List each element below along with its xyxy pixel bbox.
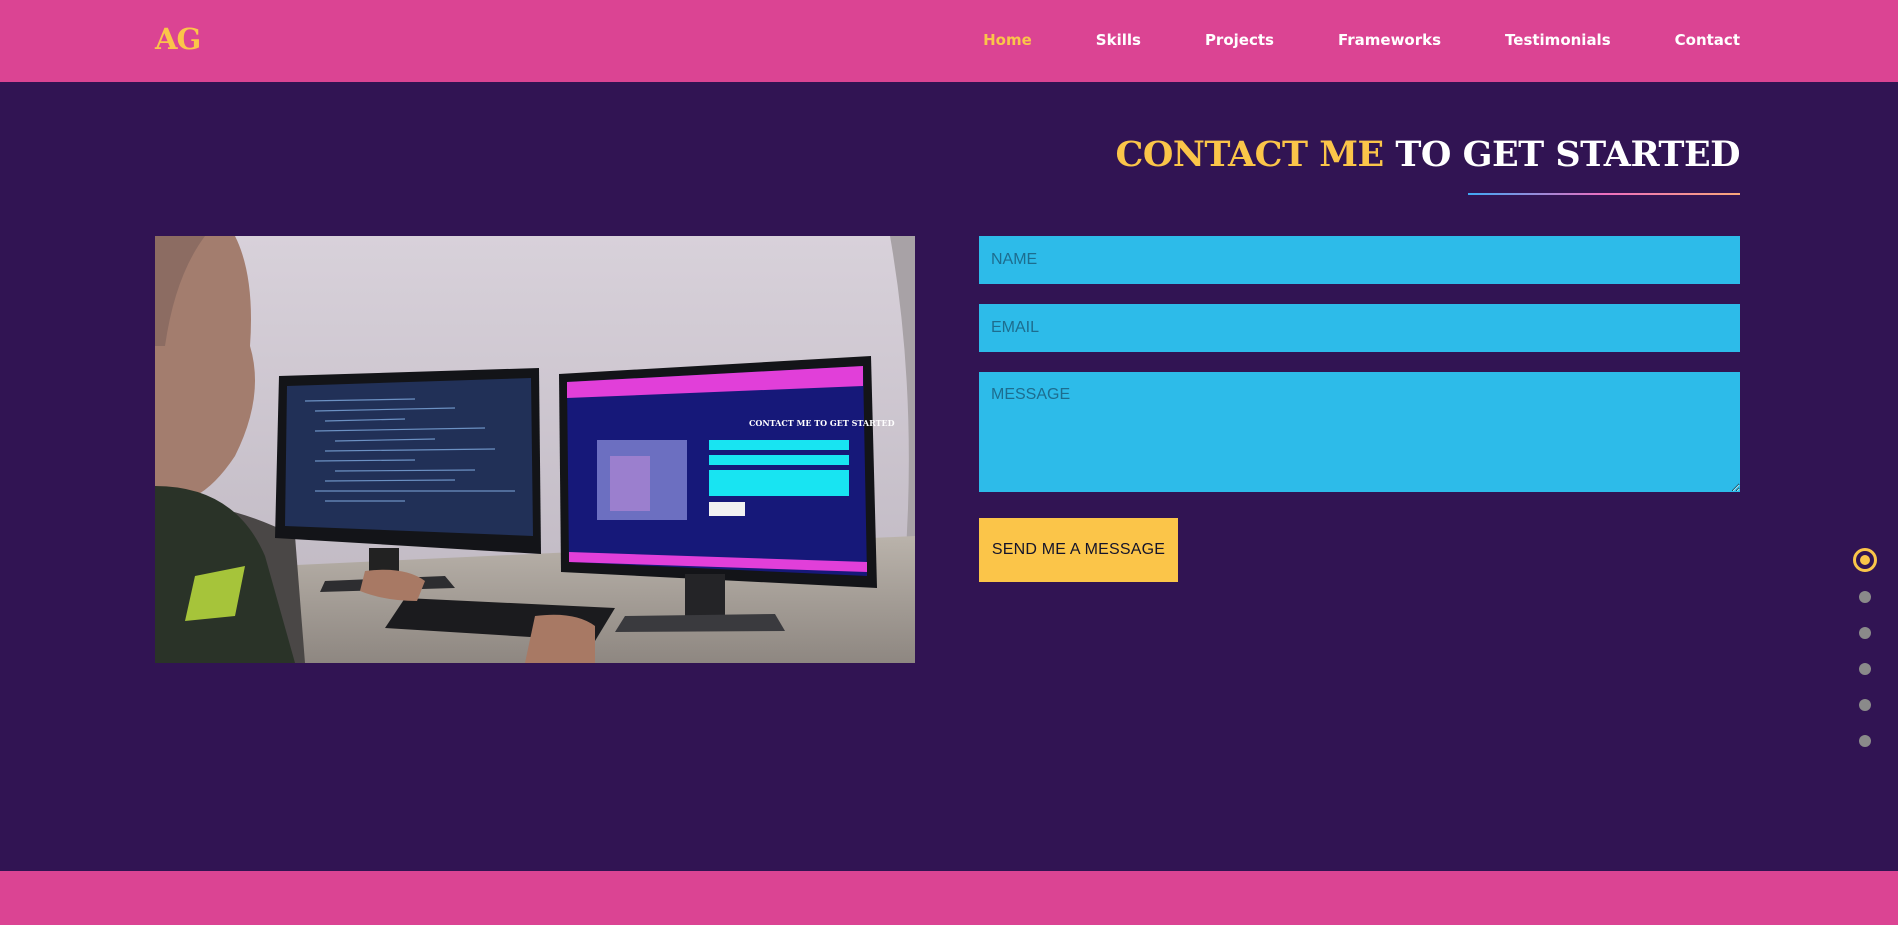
screen-title: CONTACT ME TO GET STARTED [749,418,895,428]
section-dot-3[interactable] [1859,627,1871,639]
title-underline [1468,193,1740,195]
nav-frameworks[interactable]: Frameworks [1338,31,1441,49]
name-input[interactable] [979,236,1740,284]
title-rest: TO GET STARTED [1395,134,1740,175]
nav-menu: Home Skills Projects Frameworks Testimon… [919,31,1740,49]
nav-contact[interactable]: Contact [1675,31,1740,49]
section-dot-4[interactable] [1859,663,1871,675]
section-dot-6[interactable] [1859,735,1871,747]
nav-testimonials[interactable]: Testimonials [1505,31,1611,49]
contact-section-title: CONTACT ME TO GET STARTED [1115,134,1741,175]
section-dot-1[interactable] [1853,548,1877,572]
navbar: AG Home Skills Projects Frameworks Testi… [0,0,1898,82]
nav-home[interactable]: Home [983,31,1032,49]
logo[interactable]: AG [155,22,201,56]
developer-photo: CONTACT ME TO GET STARTED [155,236,915,663]
nav-skills[interactable]: Skills [1096,31,1141,49]
title-accent: CONTACT ME [1115,134,1385,175]
nav-projects[interactable]: Projects [1205,31,1274,49]
email-input[interactable] [979,304,1740,352]
footer [0,871,1898,925]
message-textarea[interactable] [979,372,1740,492]
send-message-button[interactable]: SEND ME A MESSAGE [979,518,1178,582]
section-dot-2[interactable] [1859,591,1871,603]
section-dot-5[interactable] [1859,699,1871,711]
